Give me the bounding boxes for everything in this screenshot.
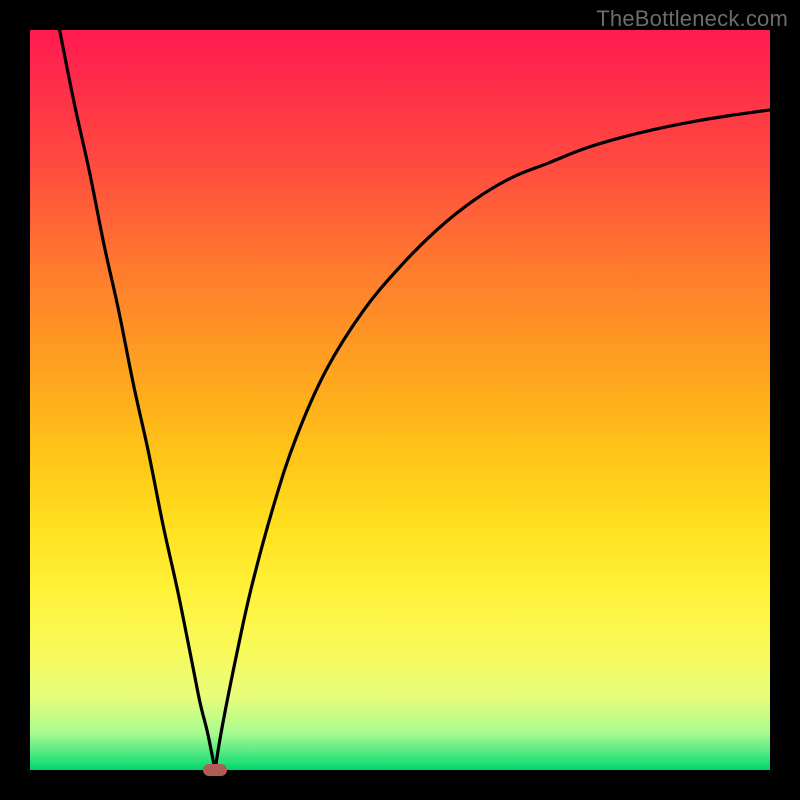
watermark-text: TheBottleneck.com (596, 6, 788, 32)
minimum-marker (203, 764, 227, 776)
curve-right-branch (215, 110, 770, 770)
curve-left-branch (60, 30, 215, 770)
bottleneck-curve (30, 30, 770, 770)
plot-area (30, 30, 770, 770)
chart-frame: TheBottleneck.com (0, 0, 800, 800)
